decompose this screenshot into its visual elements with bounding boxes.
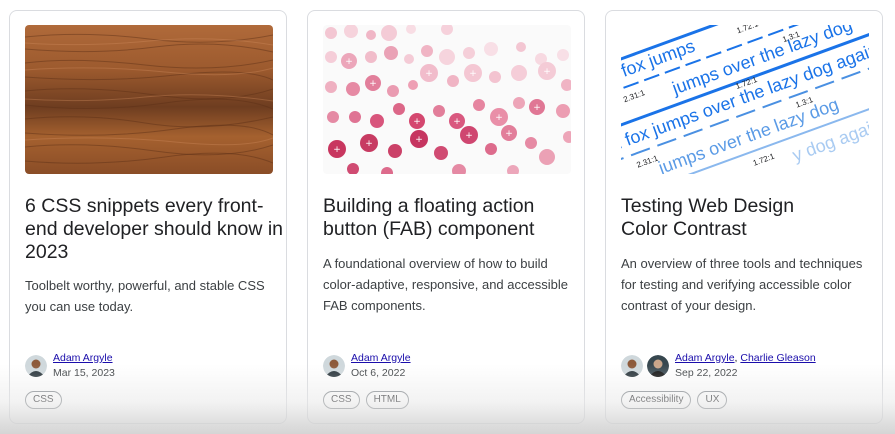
svg-text:+: + [413, 117, 421, 127]
article-card[interactable]: + + + + + + + + + + + + + + Building a floating a… [307, 10, 585, 424]
svg-text:+: + [469, 69, 477, 79]
card-description: Toolbelt worthy, powerful, and stable CS… [25, 278, 265, 314]
svg-text:+: + [533, 103, 541, 113]
tag-list: CSS HTML [323, 391, 409, 409]
svg-text:+: + [369, 79, 377, 89]
fab-pattern-image[interactable]: + + + + + + + + + + + + + + [323, 25, 571, 174]
author-link[interactable]: Adam Argyle [53, 352, 113, 364]
author-link[interactable]: Charlie Gleason [740, 352, 815, 364]
author-block: Adam Argyle Oct 6, 2022 [323, 351, 411, 381]
contrast-text-image[interactable]: wn fox jumps 1.72:1 2.31:1 jumps over th… [621, 25, 869, 174]
author-link[interactable]: Adam Argyle [675, 352, 735, 364]
avatar[interactable] [647, 355, 669, 377]
tag-chip[interactable]: Accessibility [621, 391, 692, 409]
tag-list: CSS [25, 391, 62, 409]
avatar[interactable] [25, 355, 47, 377]
tag-chip[interactable]: CSS [25, 391, 62, 409]
author-link[interactable]: Adam Argyle [351, 352, 411, 364]
author-block: Adam Argyle Mar 15, 2023 [25, 351, 115, 381]
svg-text:+: + [333, 145, 341, 155]
svg-text:+: + [495, 113, 503, 123]
wood-texture-image[interactable] [25, 25, 273, 174]
card-title[interactable]: Building a floating action button (FAB) … [323, 195, 581, 241]
card-title[interactable]: 6 CSS snippets every front-end developer… [25, 195, 283, 264]
svg-text:+: + [425, 69, 433, 79]
card-description: A foundational overview of how to build … [323, 256, 568, 313]
author-block: Adam Argyle, Charlie Gleason Sep 22, 202… [621, 351, 816, 381]
publish-date: Oct 6, 2022 [351, 367, 406, 379]
svg-text:+: + [543, 67, 551, 77]
tag-list: Accessibility UX [621, 391, 728, 409]
svg-text:+: + [415, 135, 423, 145]
svg-text:+: + [365, 139, 373, 149]
svg-text:+: + [345, 57, 353, 67]
article-card[interactable]: 6 CSS snippets every front-end developer… [9, 10, 287, 424]
publish-date: Sep 22, 2022 [675, 367, 738, 379]
author-separator: , [734, 352, 738, 364]
avatar[interactable] [621, 355, 643, 377]
tag-chip[interactable]: CSS [323, 391, 360, 409]
svg-text:+: + [505, 129, 513, 139]
tag-chip[interactable]: UX [697, 391, 728, 409]
avatar[interactable] [323, 355, 345, 377]
article-card[interactable]: wn fox jumps 1.72:1 2.31:1 jumps over th… [605, 10, 883, 424]
card-description: An overview of three tools and technique… [621, 256, 863, 313]
svg-text:+: + [465, 131, 473, 141]
card-title[interactable]: Testing Web Design Color Contrast [621, 195, 821, 241]
tag-chip[interactable]: HTML [365, 391, 409, 409]
publish-date: Mar 15, 2023 [53, 367, 115, 379]
svg-text:+: + [453, 117, 461, 127]
